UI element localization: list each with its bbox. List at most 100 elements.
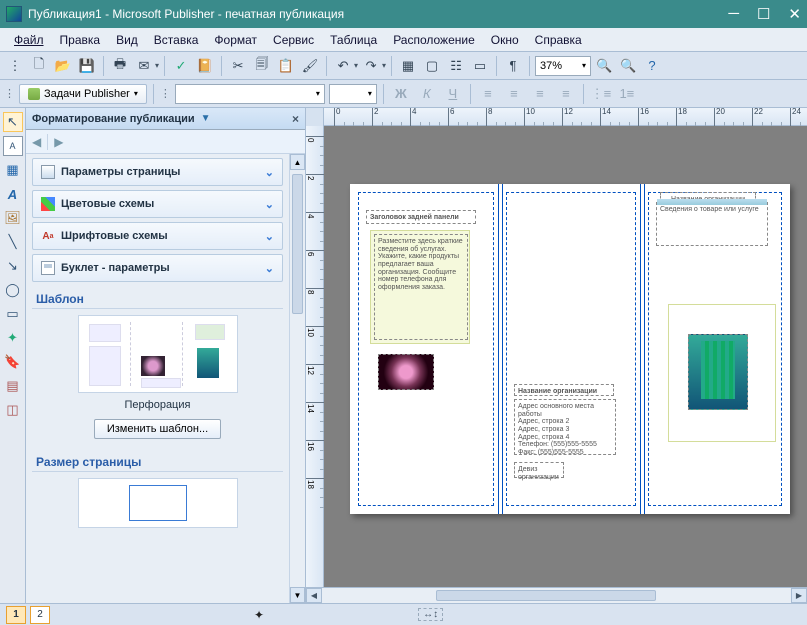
send-back-button[interactable]: ▢ [421, 55, 443, 77]
menu-arrange[interactable]: Расположение [385, 31, 483, 49]
oval-tool[interactable]: ◯ [3, 280, 23, 300]
copy-button[interactable]: 🗐 [251, 55, 273, 77]
bookmark-tool[interactable]: 🔖 [3, 352, 23, 372]
horizontal-scrollbar[interactable]: ◀▶ [306, 587, 807, 603]
toolbar-formatting: ⋮ Задачи Publisher▾ ⋮ ▾ ▾ Ж К Ч ≡ ≡ ≡ ≡ … [0, 80, 807, 108]
zoom-out-button[interactable]: 🔍 [593, 55, 615, 77]
align-center-button[interactable]: ≡ [503, 83, 525, 105]
textbox-tool[interactable]: A [3, 136, 23, 156]
accordion-brochure-options[interactable]: Буклет - параметры⌄ [32, 254, 283, 282]
page-tab-2[interactable]: 2 [30, 606, 50, 624]
zoom-combo[interactable]: 37%▾ [535, 56, 591, 76]
align-left-button[interactable]: ≡ [477, 83, 499, 105]
toolbar-standard: ⋮ 🗋 📂 💾 🖶 ✉▾ ✓ 📔 ✂ 🗐 📋 🖌 ↶▾ ↷▾ ▦ ▢ ☷ ▭ ¶… [0, 52, 807, 80]
mail-button[interactable]: ✉ [133, 55, 155, 77]
align-right-button[interactable]: ≡ [529, 83, 551, 105]
menu-table[interactable]: Таблица [322, 31, 385, 49]
line-tool[interactable]: ╲ [3, 232, 23, 252]
format-painter-button[interactable]: 🖌 [299, 55, 321, 77]
design-gallery-tool[interactable]: ▤ [3, 376, 23, 396]
task-pane-scrollbar[interactable]: ▲▼ [289, 154, 305, 603]
panel3-heading[interactable]: Сведения о товаре или услуге [656, 202, 768, 246]
close-button[interactable]: ✕ [788, 5, 801, 23]
autoshapes-tool[interactable]: ✦ [3, 328, 23, 348]
cut-button[interactable]: ✂ [227, 55, 249, 77]
titlebar: Публикация1 - Microsoft Publisher - печа… [0, 0, 807, 28]
accordion-page-options[interactable]: Параметры страницы⌄ [32, 158, 283, 186]
panel1-image[interactable] [378, 354, 434, 390]
page-tab-1[interactable]: 1 [6, 606, 26, 624]
task-pane-nav: ◀ ▶ [26, 130, 305, 154]
task-pane-back-icon[interactable]: ◀ [32, 135, 41, 149]
panel1-heading[interactable]: Заголовок задней панели [366, 210, 476, 224]
select-tool[interactable]: ↖ [3, 112, 23, 132]
paragraph-marks-button[interactable]: ¶ [502, 55, 524, 77]
content-library-tool[interactable]: ◫ [3, 400, 23, 420]
zoom-in-button[interactable]: 🔍 [617, 55, 639, 77]
pagesize-preview[interactable] [78, 478, 238, 528]
picture-frame-tool[interactable]: 🖼 [3, 208, 23, 228]
bring-front-button[interactable]: ▦ [397, 55, 419, 77]
arrow-tool[interactable]: ↘ [3, 256, 23, 276]
undo-button[interactable]: ↶ [332, 55, 354, 77]
ruler-vertical[interactable]: 024681012141618 [306, 126, 324, 587]
rectangle-tool[interactable]: ▭ [3, 304, 23, 324]
window-title: Публикация1 - Microsoft Publisher - печа… [28, 7, 728, 21]
panel2-slogan[interactable]: Девиз организации [514, 462, 564, 478]
menu-tools[interactable]: Сервис [265, 31, 322, 49]
pagesize-section-title: Размер страницы [32, 449, 283, 472]
table-tool[interactable]: ▦ [3, 160, 23, 180]
new-button[interactable]: 🗋 [28, 55, 50, 77]
panel2-heading[interactable]: Название организации [514, 384, 614, 396]
accordion-font-schemes[interactable]: AaШрифтовые схемы⌄ [32, 222, 283, 250]
underline-button[interactable]: Ч [442, 83, 464, 105]
open-button[interactable]: 📂 [52, 55, 74, 77]
redo-button[interactable]: ↷ [360, 55, 382, 77]
statusbar: 1 2 ✦ ↔↕ [0, 603, 807, 625]
paper[interactable]: Заголовок задней панели Разместите здесь… [350, 184, 790, 514]
publisher-tasks-button[interactable]: Задачи Publisher▾ [19, 84, 147, 104]
template-preview[interactable] [78, 315, 238, 393]
change-template-button[interactable]: Изменить шаблон... [94, 419, 221, 439]
menu-file[interactable]: Файл [6, 31, 52, 49]
handle-icon[interactable]: ⋮ [4, 55, 26, 77]
tools-strip: ↖ A ▦ A 🖼 ╲ ↘ ◯ ▭ ✦ 🔖 ▤ ◫ [0, 108, 26, 603]
research-button[interactable]: 📔 [194, 55, 216, 77]
panel1-body-text[interactable]: Разместите здесь краткие сведения об усл… [374, 234, 468, 340]
columns-button[interactable]: ☷ [445, 55, 467, 77]
paste-button[interactable]: 📋 [275, 55, 297, 77]
justify-button[interactable]: ≡ [555, 83, 577, 105]
wordart-tool[interactable]: A [3, 184, 23, 204]
task-pane-forward-icon[interactable]: ▶ [54, 135, 63, 149]
minimize-button[interactable]: ─ [728, 5, 739, 23]
bullets-button[interactable]: ⋮≡ [590, 83, 612, 105]
menu-format[interactable]: Формат [206, 31, 265, 49]
canvas-area: 024681012141618202224 024681012141618 За… [306, 108, 807, 603]
print-button[interactable]: 🖶 [109, 55, 131, 77]
font-family-combo[interactable]: ▾ [175, 84, 325, 104]
bold-button[interactable]: Ж [390, 83, 412, 105]
menu-help[interactable]: Справка [527, 31, 590, 49]
canvas[interactable]: Заголовок задней панели Разместите здесь… [324, 126, 807, 587]
special-chars-button[interactable]: ▭ [469, 55, 491, 77]
save-button[interactable]: 💾 [76, 55, 98, 77]
panel2-body-text[interactable]: Адрес основного места работы Адрес, стро… [514, 399, 616, 455]
menu-view[interactable]: Вид [108, 31, 146, 49]
numbering-button[interactable]: 1≡ [616, 83, 638, 105]
task-pane-header: Форматирование публикации ▼ × [26, 108, 305, 130]
app-icon [6, 6, 22, 22]
ruler-horizontal[interactable]: 024681012141618202224 [306, 108, 807, 126]
menu-edit[interactable]: Правка [52, 31, 109, 49]
help-button[interactable]: ? [641, 55, 663, 77]
spelling-button[interactable]: ✓ [170, 55, 192, 77]
italic-button[interactable]: К [416, 83, 438, 105]
font-size-combo[interactable]: ▾ [329, 84, 377, 104]
object-size-icon: ↔↕ [418, 608, 443, 621]
panel3-image[interactable] [688, 334, 748, 410]
template-section-title: Шаблон [32, 286, 283, 309]
accordion-color-schemes[interactable]: Цветовые схемы⌄ [32, 190, 283, 218]
maximize-button[interactable]: ☐ [757, 5, 770, 23]
menu-insert[interactable]: Вставка [146, 31, 207, 49]
task-pane-close-icon[interactable]: × [292, 112, 299, 126]
menu-window[interactable]: Окно [483, 31, 527, 49]
